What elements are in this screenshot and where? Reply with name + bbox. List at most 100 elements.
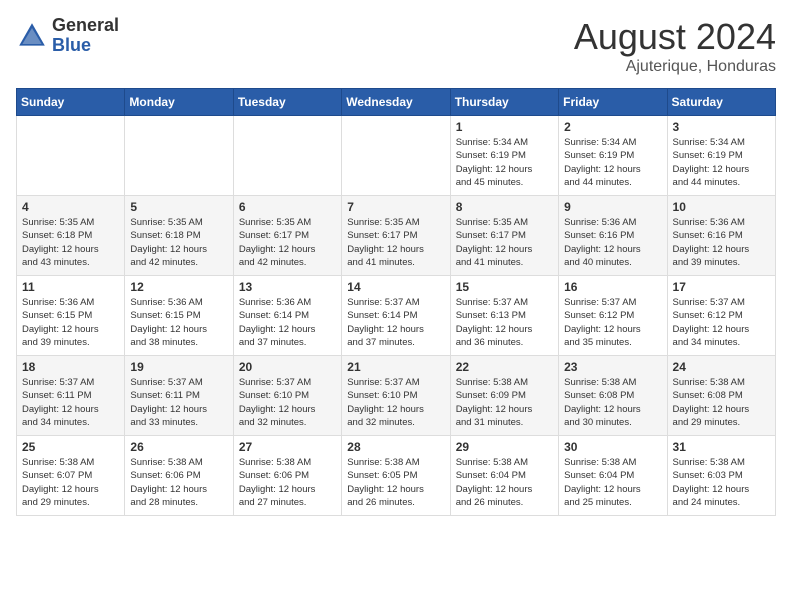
day-number: 24 <box>673 360 770 374</box>
day-info: Sunrise: 5:38 AM Sunset: 6:04 PM Dayligh… <box>564 456 661 509</box>
calendar-day: 30 Sunrise: 5:38 AM Sunset: 6:04 PM Dayli… <box>559 436 667 516</box>
empty-day <box>125 116 233 196</box>
day-number: 2 <box>564 120 661 134</box>
day-number: 22 <box>456 360 553 374</box>
calendar-day: 17 Sunrise: 5:37 AM Sunset: 6:12 PM Dayli… <box>667 276 775 356</box>
empty-day <box>233 116 341 196</box>
empty-day <box>342 116 450 196</box>
logo-blue: Blue <box>52 36 119 56</box>
day-number: 30 <box>564 440 661 454</box>
day-info: Sunrise: 5:36 AM Sunset: 6:16 PM Dayligh… <box>564 216 661 269</box>
calendar-day: 4 Sunrise: 5:35 AM Sunset: 6:18 PM Daylig… <box>17 196 125 276</box>
day-info: Sunrise: 5:34 AM Sunset: 6:19 PM Dayligh… <box>456 136 553 189</box>
calendar-day: 20Sunrise: 5:37 AM Sunset: 6:10 PM Dayli… <box>233 356 341 436</box>
calendar-day: 3 Sunrise: 5:34 AM Sunset: 6:19 PM Daylig… <box>667 116 775 196</box>
day-info: Sunrise: 5:38 AM Sunset: 6:03 PM Dayligh… <box>673 456 770 509</box>
day-number: 28 <box>347 440 444 454</box>
weekday-header: Sunday <box>17 89 125 116</box>
day-info: Sunrise: 5:34 AM Sunset: 6:19 PM Dayligh… <box>673 136 770 189</box>
day-number: 21 <box>347 360 444 374</box>
page-header: General Blue August 2024 Ajuterique, Hon… <box>16 16 776 76</box>
day-info: Sunrise: 5:38 AM Sunset: 6:04 PM Dayligh… <box>456 456 553 509</box>
day-info: Sunrise: 5:35 AM Sunset: 6:18 PM Dayligh… <box>130 216 227 269</box>
day-number: 23 <box>564 360 661 374</box>
day-info: Sunrise: 5:37 AM Sunset: 6:14 PM Dayligh… <box>347 296 444 349</box>
day-info: Sunrise: 5:37 AM Sunset: 6:12 PM Dayligh… <box>673 296 770 349</box>
weekday-header: Friday <box>559 89 667 116</box>
calendar-day: 15 Sunrise: 5:37 AM Sunset: 6:13 PM Dayli… <box>450 276 558 356</box>
day-info: Sunrise: 5:38 AM Sunset: 6:05 PM Dayligh… <box>347 456 444 509</box>
weekday-header: Wednesday <box>342 89 450 116</box>
day-info: Sunrise: 5:36 AM Sunset: 6:14 PM Dayligh… <box>239 296 336 349</box>
calendar-day: 16 Sunrise: 5:37 AM Sunset: 6:12 PM Dayli… <box>559 276 667 356</box>
calendar-day: 29 Sunrise: 5:38 AM Sunset: 6:04 PM Dayli… <box>450 436 558 516</box>
logo-general: General <box>52 16 119 36</box>
empty-day <box>17 116 125 196</box>
day-info: Sunrise: 5:38 AM Sunset: 6:06 PM Dayligh… <box>130 456 227 509</box>
calendar-day: 9Sunrise: 5:36 AM Sunset: 6:16 PM Daylig… <box>559 196 667 276</box>
day-info: Sunrise: 5:37 AM Sunset: 6:11 PM Dayligh… <box>22 376 119 429</box>
day-info: Sunrise: 5:37 AM Sunset: 6:10 PM Dayligh… <box>239 376 336 429</box>
day-number: 31 <box>673 440 770 454</box>
calendar-day: 1 Sunrise: 5:34 AM Sunset: 6:19 PM Daylig… <box>450 116 558 196</box>
calendar-day: 19 Sunrise: 5:37 AM Sunset: 6:11 PM Dayli… <box>125 356 233 436</box>
day-info: Sunrise: 5:37 AM Sunset: 6:11 PM Dayligh… <box>130 376 227 429</box>
day-number: 16 <box>564 280 661 294</box>
calendar-day: 12 Sunrise: 5:36 AM Sunset: 6:15 PM Dayli… <box>125 276 233 356</box>
day-info: Sunrise: 5:35 AM Sunset: 6:17 PM Dayligh… <box>347 216 444 269</box>
location: Ajuterique, Honduras <box>574 58 776 76</box>
day-number: 6 <box>239 200 336 214</box>
calendar-day: 21 Sunrise: 5:37 AM Sunset: 6:10 PM Dayli… <box>342 356 450 436</box>
calendar-day: 5 Sunrise: 5:35 AM Sunset: 6:18 PM Daylig… <box>125 196 233 276</box>
day-number: 12 <box>130 280 227 294</box>
weekday-header: Tuesday <box>233 89 341 116</box>
logo-text: General Blue <box>52 16 119 56</box>
day-number: 25 <box>22 440 119 454</box>
title-block: August 2024 Ajuterique, Honduras <box>574 16 776 76</box>
day-number: 19 <box>130 360 227 374</box>
calendar-day: 31 Sunrise: 5:38 AM Sunset: 6:03 PM Dayli… <box>667 436 775 516</box>
calendar-day: 7Sunrise: 5:35 AM Sunset: 6:17 PM Daylig… <box>342 196 450 276</box>
month-year: August 2024 <box>574 16 776 58</box>
logo: General Blue <box>16 16 119 56</box>
day-info: Sunrise: 5:38 AM Sunset: 6:08 PM Dayligh… <box>564 376 661 429</box>
day-number: 5 <box>130 200 227 214</box>
day-info: Sunrise: 5:35 AM Sunset: 6:17 PM Dayligh… <box>456 216 553 269</box>
weekday-header: Saturday <box>667 89 775 116</box>
day-info: Sunrise: 5:37 AM Sunset: 6:10 PM Dayligh… <box>347 376 444 429</box>
day-number: 1 <box>456 120 553 134</box>
day-number: 17 <box>673 280 770 294</box>
day-number: 29 <box>456 440 553 454</box>
calendar-day: 22 Sunrise: 5:38 AM Sunset: 6:09 PM Dayli… <box>450 356 558 436</box>
day-info: Sunrise: 5:37 AM Sunset: 6:13 PM Dayligh… <box>456 296 553 349</box>
day-number: 3 <box>673 120 770 134</box>
weekday-header: Thursday <box>450 89 558 116</box>
day-number: 27 <box>239 440 336 454</box>
day-number: 11 <box>22 280 119 294</box>
calendar-day: 26 Sunrise: 5:38 AM Sunset: 6:06 PM Dayli… <box>125 436 233 516</box>
day-info: Sunrise: 5:38 AM Sunset: 6:08 PM Dayligh… <box>673 376 770 429</box>
day-number: 18 <box>22 360 119 374</box>
calendar-day: 28 Sunrise: 5:38 AM Sunset: 6:05 PM Dayli… <box>342 436 450 516</box>
day-number: 15 <box>456 280 553 294</box>
day-info: Sunrise: 5:36 AM Sunset: 6:15 PM Dayligh… <box>130 296 227 349</box>
day-info: Sunrise: 5:38 AM Sunset: 6:06 PM Dayligh… <box>239 456 336 509</box>
calendar-day: 23 Sunrise: 5:38 AM Sunset: 6:08 PM Dayli… <box>559 356 667 436</box>
day-info: Sunrise: 5:38 AM Sunset: 6:09 PM Dayligh… <box>456 376 553 429</box>
day-number: 26 <box>130 440 227 454</box>
calendar-day: 2 Sunrise: 5:34 AM Sunset: 6:19 PM Daylig… <box>559 116 667 196</box>
day-number: 13 <box>239 280 336 294</box>
day-info: Sunrise: 5:36 AM Sunset: 6:16 PM Dayligh… <box>673 216 770 269</box>
calendar-day: 13 Sunrise: 5:36 AM Sunset: 6:14 PM Dayli… <box>233 276 341 356</box>
day-number: 14 <box>347 280 444 294</box>
day-info: Sunrise: 5:34 AM Sunset: 6:19 PM Dayligh… <box>564 136 661 189</box>
calendar-day: 14 Sunrise: 5:37 AM Sunset: 6:14 PM Dayli… <box>342 276 450 356</box>
day-info: Sunrise: 5:35 AM Sunset: 6:18 PM Dayligh… <box>22 216 119 269</box>
calendar-table: SundayMondayTuesdayWednesdayThursdayFrid… <box>16 88 776 516</box>
calendar-day: 11 Sunrise: 5:36 AM Sunset: 6:15 PM Dayli… <box>17 276 125 356</box>
day-number: 4 <box>22 200 119 214</box>
day-info: Sunrise: 5:37 AM Sunset: 6:12 PM Dayligh… <box>564 296 661 349</box>
calendar-day: 6Sunrise: 5:35 AM Sunset: 6:17 PM Daylig… <box>233 196 341 276</box>
weekday-header: Monday <box>125 89 233 116</box>
day-info: Sunrise: 5:36 AM Sunset: 6:15 PM Dayligh… <box>22 296 119 349</box>
